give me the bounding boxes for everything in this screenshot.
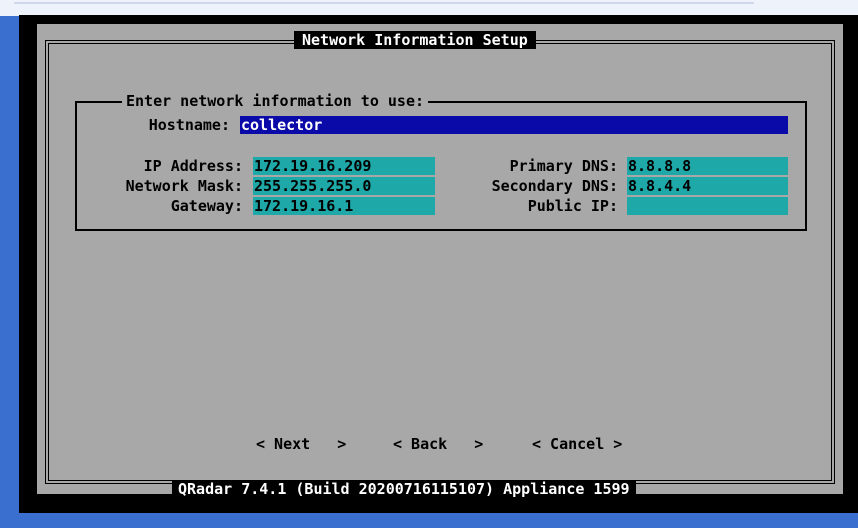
cancel-button[interactable]: < Cancel > xyxy=(532,435,622,453)
gateway-input[interactable]: 172.19.16.1 xyxy=(253,197,435,215)
hostname-input[interactable]: collector xyxy=(240,116,788,134)
dialog-title: Network Information Setup xyxy=(294,31,536,49)
ip-address-label: IP Address: xyxy=(143,157,243,175)
public-ip-label: Public IP: xyxy=(527,197,618,215)
gateway-label: Gateway: xyxy=(170,197,243,215)
primary-dns-label: Primary DNS: xyxy=(509,157,618,175)
secondary-dns-label: Secondary DNS: xyxy=(491,177,618,195)
hostname-label: Hostname: xyxy=(148,116,230,134)
build-info-footer: QRadar 7.4.1 (Build 20200716115107) Appl… xyxy=(172,480,636,498)
ip-address-input[interactable]: 172.19.16.209 xyxy=(253,157,435,175)
network-mask-label: Network Mask: xyxy=(125,177,243,195)
network-mask-input[interactable]: 255.255.255.0 xyxy=(253,177,435,195)
host-window-strip xyxy=(0,0,858,16)
public-ip-input[interactable] xyxy=(627,197,788,215)
secondary-dns-input[interactable]: 8.8.4.4 xyxy=(627,177,788,195)
back-button[interactable]: < Back > xyxy=(393,435,483,453)
strip-line xyxy=(14,2,754,4)
next-button[interactable]: < Next > xyxy=(256,435,346,453)
primary-dns-input[interactable]: 8.8.8.8 xyxy=(627,157,788,175)
group-label: Enter network information to use: xyxy=(122,92,429,110)
